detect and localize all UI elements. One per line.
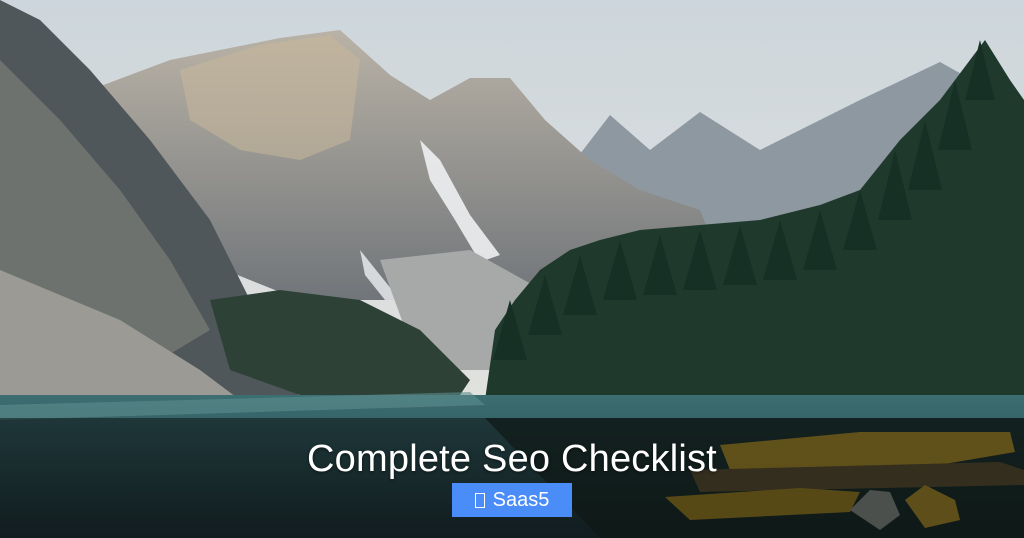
folder-icon [474, 492, 485, 508]
category-badge[interactable]: Saas5 [452, 483, 572, 517]
page-title: Complete Seo Checklist [307, 438, 717, 480]
category-label: Saas5 [492, 488, 550, 511]
hero-banner: Complete Seo Checklist Saas5 [0, 0, 1024, 538]
